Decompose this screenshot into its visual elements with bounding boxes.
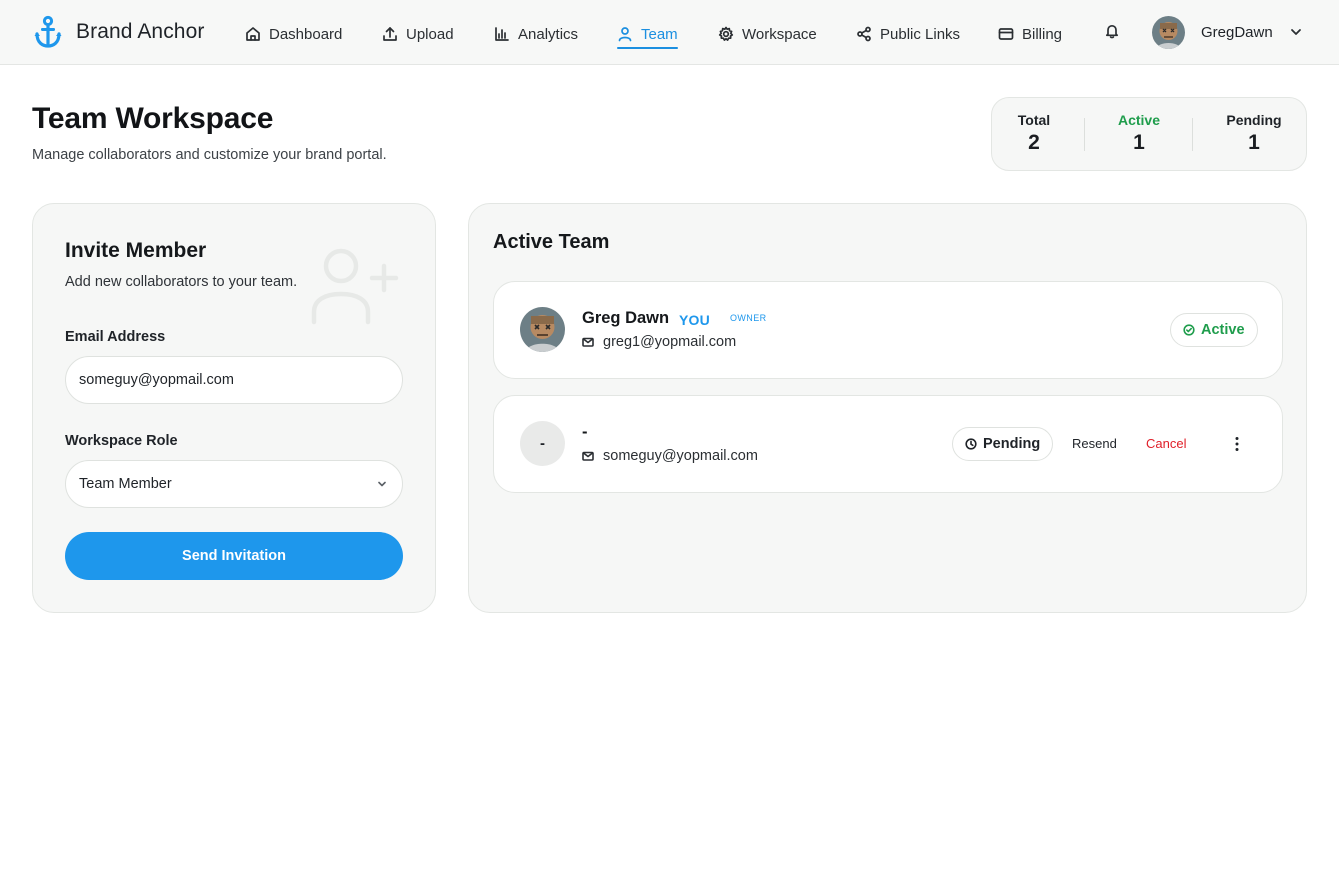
stat-pending-value: 1 bbox=[1248, 131, 1260, 154]
nav-public-links-label: Public Links bbox=[880, 25, 961, 43]
user-plus-icon bbox=[309, 242, 401, 326]
stat-pending: Pending 1 bbox=[1209, 112, 1299, 155]
brand[interactable]: Brand Anchor bbox=[34, 14, 204, 50]
member-row: - - someguy@yopmail.com Pending Resend C… bbox=[493, 395, 1283, 493]
nav-dashboard[interactable]: Dashboard bbox=[245, 22, 342, 46]
role-select[interactable]: Team Member bbox=[65, 460, 403, 508]
email-label: Email Address bbox=[65, 329, 166, 345]
nav-team-label: Team bbox=[641, 25, 678, 43]
member-name: - bbox=[582, 423, 588, 441]
nav-workspace-label: Workspace bbox=[742, 25, 817, 43]
stat-pending-label: Pending bbox=[1226, 112, 1282, 128]
status-badge-label: Active bbox=[1201, 322, 1245, 338]
upload-icon bbox=[383, 27, 397, 41]
user-icon bbox=[618, 27, 632, 42]
stat-total-label: Total bbox=[1017, 112, 1051, 128]
resend-button[interactable]: Resend bbox=[1072, 436, 1117, 451]
role-select-value: Team Member bbox=[79, 476, 172, 492]
member-row: Greg Dawn YOU OWNER greg1@yopmail.com Ac… bbox=[493, 281, 1283, 379]
gear-icon bbox=[718, 26, 734, 41]
avatar bbox=[520, 307, 565, 352]
nav-analytics[interactable]: Analytics bbox=[494, 22, 578, 46]
user-name: GregDawn bbox=[1201, 23, 1273, 41]
bell-icon bbox=[1105, 24, 1119, 39]
member-email: greg1@yopmail.com bbox=[582, 334, 736, 350]
bar-chart-icon bbox=[495, 27, 509, 41]
nav-public-links[interactable]: Public Links bbox=[856, 22, 960, 46]
nav-billing-label: Billing bbox=[1022, 25, 1063, 43]
member-email-text: someguy@yopmail.com bbox=[603, 448, 758, 464]
role-badge: OWNER bbox=[730, 313, 767, 323]
nav-billing[interactable]: Billing bbox=[998, 22, 1062, 46]
nav-analytics-label: Analytics bbox=[518, 25, 579, 43]
avatar bbox=[1152, 15, 1185, 49]
more-options-icon[interactable] bbox=[1230, 435, 1244, 453]
clock-icon bbox=[965, 438, 977, 450]
home-icon bbox=[246, 27, 260, 41]
invite-title: Invite Member bbox=[65, 239, 207, 262]
invite-member-card: Invite Member Add new collaborators to y… bbox=[32, 203, 436, 613]
stat-total-value: 2 bbox=[1028, 131, 1040, 154]
stat-active-label: Active bbox=[1117, 112, 1161, 128]
nav-upload-label: Upload bbox=[406, 25, 454, 43]
team-stats: Total 2 Active 1 Pending 1 bbox=[991, 97, 1307, 171]
top-navigation-bar: Brand Anchor Dashboard Upload Analytics … bbox=[0, 0, 1339, 65]
role-label: Workspace Role bbox=[65, 433, 178, 449]
credit-card-icon bbox=[998, 28, 1014, 40]
chevron-down-icon bbox=[1289, 25, 1303, 39]
member-email-text: greg1@yopmail.com bbox=[603, 334, 737, 350]
page-subtitle: Manage collaborators and customize your … bbox=[32, 147, 387, 163]
nav-team[interactable]: Team bbox=[617, 22, 678, 49]
team-title: Active Team bbox=[493, 231, 610, 253]
cancel-invite-button[interactable]: Cancel bbox=[1146, 436, 1186, 451]
chevron-down-icon bbox=[376, 478, 388, 490]
mail-icon bbox=[582, 451, 594, 461]
status-badge-label: Pending bbox=[983, 436, 1041, 452]
share-icon bbox=[857, 26, 871, 42]
stat-total: Total 2 bbox=[989, 112, 1079, 155]
anchor-logo-icon bbox=[34, 15, 62, 49]
nav-upload[interactable]: Upload bbox=[382, 22, 454, 46]
nav-workspace[interactable]: Workspace bbox=[718, 22, 817, 46]
stat-active: Active 1 bbox=[1094, 112, 1184, 155]
invite-subtitle: Add new collaborators to your team. bbox=[65, 274, 298, 290]
active-team-card: Active Team Greg Dawn YOU OWNER greg1@yo… bbox=[468, 203, 1307, 613]
mail-icon bbox=[582, 337, 594, 347]
brand-name: Brand Anchor bbox=[76, 20, 205, 43]
email-field[interactable] bbox=[65, 356, 403, 404]
check-circle-icon bbox=[1183, 324, 1195, 336]
member-email: someguy@yopmail.com bbox=[582, 448, 758, 464]
send-invitation-button[interactable]: Send Invitation bbox=[65, 532, 403, 580]
nav-dashboard-label: Dashboard bbox=[269, 25, 343, 43]
status-badge: Pending bbox=[952, 427, 1054, 461]
page-title: Team Workspace bbox=[32, 102, 274, 135]
avatar-placeholder: - bbox=[520, 421, 565, 466]
stat-divider bbox=[1192, 118, 1193, 151]
stat-active-value: 1 bbox=[1133, 131, 1145, 154]
status-badge: Active bbox=[1170, 313, 1258, 347]
stat-divider bbox=[1084, 118, 1085, 151]
notifications-button[interactable] bbox=[1104, 23, 1122, 41]
member-name: Greg Dawn bbox=[582, 309, 670, 327]
you-badge: YOU bbox=[679, 312, 710, 328]
user-menu[interactable]: GregDawn bbox=[1152, 15, 1303, 49]
